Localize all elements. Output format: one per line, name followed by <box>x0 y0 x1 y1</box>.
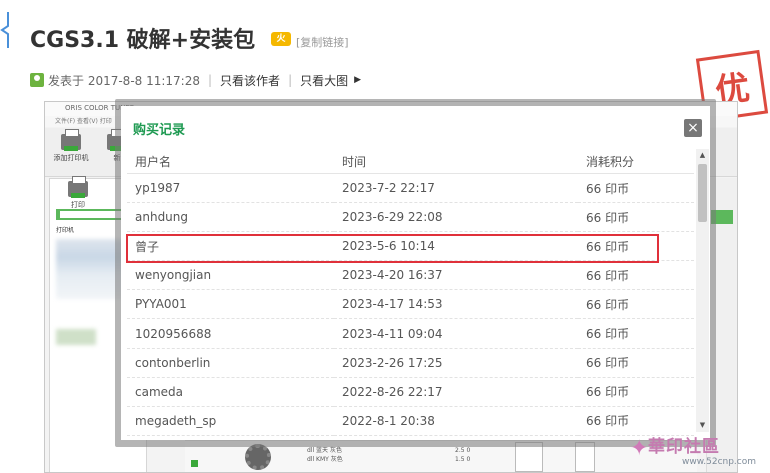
close-button[interactable]: × <box>684 119 702 137</box>
left-bracket-decoration <box>0 12 9 48</box>
pane-label: 打印机 <box>56 227 75 234</box>
printer-icon <box>61 129 81 151</box>
table-row: wenyongjian 2023-4-20 16:37 66 印币 <box>127 260 694 291</box>
cell-username: wenyongjian <box>127 260 334 291</box>
cell-points: 66 印币 <box>578 348 694 378</box>
table-row: contonberlin 2023-2-26 17:25 66 印币 <box>127 348 694 378</box>
separator: | <box>288 73 293 87</box>
table-header-row: 用户名 时间 消耗积分 <box>127 149 694 174</box>
cell-username: yp1987 <box>127 173 334 204</box>
table-row-highlighted: 曾子 2023-5-6 10:14 66 印币 <box>127 231 694 262</box>
cell-time: 2022-8-26 22:17 <box>334 377 578 407</box>
hot-badge-icon: 火 <box>271 32 291 46</box>
tool-label: 添加打印机 <box>53 154 89 162</box>
table-row: cameda 2022-8-26 22:17 66 印币 <box>127 377 694 407</box>
cell-points: 66 印币 <box>578 202 694 233</box>
vertical-scrollbar[interactable]: ▲ ▼ <box>696 149 709 432</box>
cell-time: 2023-4-17 14:53 <box>334 289 578 320</box>
column-header-points: 消耗积分 <box>578 149 694 174</box>
bottom-number: 1.5 0 <box>455 456 471 463</box>
bottom-labels: dll 蓝天 灰色 dll KMY 灰色 <box>307 446 343 464</box>
purchase-records-dialog: 购买记录 × 用户名 时间 消耗积分 yp1987 2023-7-2 22:17… <box>121 106 710 440</box>
cell-username: 1020956688 <box>127 318 334 349</box>
cell-username: PYYA001 <box>127 289 334 320</box>
printer-icon <box>68 176 88 198</box>
scroll-thumb[interactable] <box>698 164 707 222</box>
table-row: PYYA001 2023-4-17 14:53 66 印币 <box>127 289 694 320</box>
watermark-url: www.52cnp.com <box>682 457 757 467</box>
bottom-numbers: 2.5 0 1.5 0 <box>455 446 470 464</box>
table-row: megadeth_sp 2022-8-1 20:38 66 印币 <box>127 406 694 436</box>
cell-username: megadeth_sp <box>127 406 334 436</box>
cell-username: cameda <box>127 377 334 407</box>
cell-username: anhdung <box>127 202 334 233</box>
column-header-username: 用户名 <box>127 149 334 174</box>
separator: | <box>208 73 213 87</box>
post-meta: 发表于 2017-8-8 11:17:28 | 只看该作者 | 只看大图 ▶ <box>30 71 361 89</box>
site-watermark: ✦ 華印社區 www.52cnp.com <box>630 430 770 471</box>
print-tool: 打印 <box>58 176 98 210</box>
post-date: 发表于 2017-8-8 11:17:28 <box>48 73 200 88</box>
cell-points: 66 印币 <box>578 377 694 407</box>
tool-label: 打印 <box>71 201 85 209</box>
cell-points: 66 印币 <box>578 318 694 349</box>
table-row: yp1987 2023-7-2 22:17 66 印币 <box>127 173 694 204</box>
cell-points: 66 印币 <box>578 173 694 204</box>
cell-time: 2023-4-11 09:04 <box>334 318 578 349</box>
scroll-up-arrow-icon[interactable]: ▲ <box>696 149 709 162</box>
cell-time: 2023-6-29 22:08 <box>334 202 578 233</box>
cell-username: 曾子 <box>127 231 334 262</box>
checkbox-icon <box>191 460 198 467</box>
play-arrow-icon[interactable]: ▶ <box>354 75 361 85</box>
cell-username: contonberlin <box>127 348 334 378</box>
copy-link-button[interactable]: [复制链接] <box>296 34 349 50</box>
cell-time: 2022-8-1 20:38 <box>334 406 578 436</box>
dialog-title: 购买记录 <box>133 123 186 138</box>
cell-time: 2023-4-20 16:37 <box>334 260 578 291</box>
cell-time: 2023-5-6 10:14 <box>334 231 578 262</box>
cell-time: 2023-7-2 22:17 <box>334 173 578 204</box>
cell-points: 66 印币 <box>578 289 694 320</box>
table-row: 1020956688 2023-4-11 09:04 66 印币 <box>127 318 694 349</box>
watermark-star-icon: ✦ <box>630 436 649 461</box>
table-row: anhdung 2023-6-29 22:08 66 印币 <box>127 202 694 233</box>
bottom-label: dll 蓝天 灰色 <box>307 447 342 454</box>
cell-points: 66 印币 <box>578 260 694 291</box>
bottom-number: 2.5 0 <box>455 447 471 454</box>
user-icon <box>30 73 44 87</box>
blurred-item <box>56 329 96 345</box>
big-image-link[interactable]: 只看大图 <box>300 72 348 89</box>
add-printer-tool: 添加打印机 <box>51 129 91 163</box>
bottom-label: dll KMY 灰色 <box>307 456 343 463</box>
cell-time: 2023-2-26 17:25 <box>334 348 578 378</box>
only-author-link[interactable]: 只看该作者 <box>220 72 280 89</box>
watermark-title: 華印社區 <box>648 437 720 457</box>
column-header-time: 时间 <box>334 149 578 174</box>
records-table: 用户名 时间 消耗积分 yp1987 2023-7-2 22:17 66 印币 … <box>127 149 694 436</box>
page-title: CGS3.1 破解+安装包 <box>30 28 256 53</box>
cell-points: 66 印币 <box>578 231 694 262</box>
gear-icon <box>245 444 271 470</box>
